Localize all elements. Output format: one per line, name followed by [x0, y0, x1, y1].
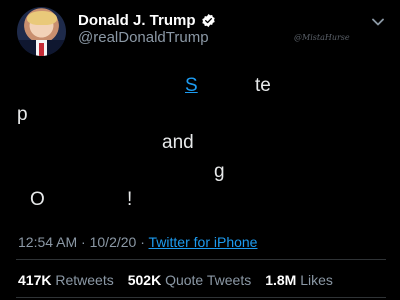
author-handle[interactable]: @realDonaldTrump [78, 29, 209, 46]
tweet-source-link[interactable]: Twitter for iPhone [149, 234, 258, 250]
likes-count: 1.8M [265, 272, 297, 288]
quote-tweets-count: 502K [127, 272, 162, 288]
tweet-text-fragment: p [17, 104, 28, 125]
avatar-hair [27, 11, 57, 25]
tweet-text-fragment: ! [127, 189, 133, 210]
tweet-text-fragment: O [30, 189, 45, 210]
divider [16, 297, 386, 298]
tweet-date[interactable]: 10/2/20 [90, 234, 137, 250]
display-name[interactable]: Donald J. Trump [78, 12, 196, 29]
quote-tweets-stat[interactable]: 502K Quote Tweets [128, 272, 252, 288]
chevron-down-icon[interactable] [368, 12, 388, 32]
verified-badge-icon [201, 13, 216, 28]
tweet-text-fragment: g [214, 161, 225, 182]
likes-label: Likes [300, 272, 333, 288]
avatar-tie [39, 43, 44, 56]
divider [16, 259, 386, 260]
tweet-meta: 12:54 AM · 10/2/20 · Twitter for iPhone [18, 234, 257, 250]
engagement-stats: 417K Retweets 502K Quote Tweets 1.8M Lik… [18, 272, 333, 288]
tweet-text-link[interactable]: S [185, 76, 198, 95]
likes-stat[interactable]: 1.8M Likes [265, 272, 333, 288]
retweets-count: 417K [18, 272, 52, 288]
meta-separator: · [140, 234, 145, 250]
retweets-stat[interactable]: 417K Retweets [18, 272, 114, 288]
tweet-text-fragment: and [162, 132, 194, 153]
tweet-text-fragment: te [255, 75, 271, 96]
retweets-label: Retweets [55, 272, 114, 288]
tweet-time[interactable]: 12:54 AM [18, 234, 77, 250]
watermark: @MistaHurse [294, 33, 350, 42]
meta-separator: · [81, 234, 86, 250]
quote-tweets-label: Quote Tweets [165, 272, 252, 288]
avatar[interactable] [17, 7, 66, 56]
author-name-row[interactable]: Donald J. Trump [78, 12, 216, 29]
